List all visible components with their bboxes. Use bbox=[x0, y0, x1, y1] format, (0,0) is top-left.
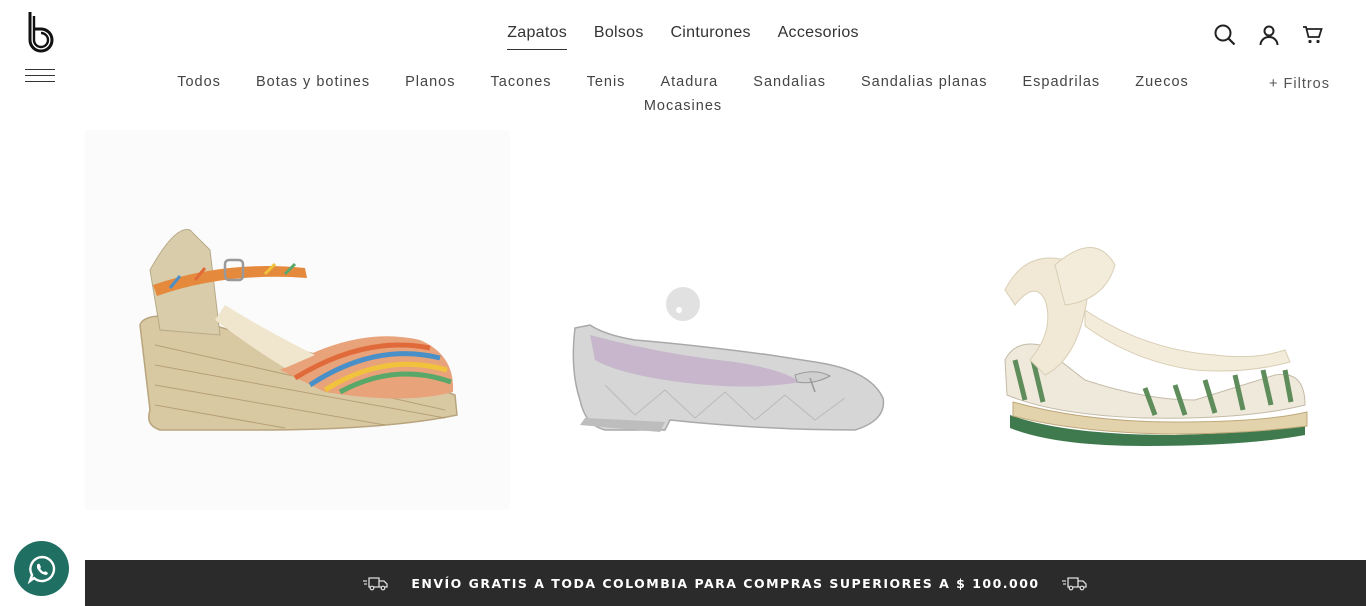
banner-text: ENVÍO GRATIS A TODA COLOMBIA PARA COMPRA… bbox=[411, 575, 1040, 591]
whatsapp-icon[interactable] bbox=[14, 541, 69, 596]
product-card-silver-ballet-flat[interactable] bbox=[515, 130, 940, 510]
truck-icon bbox=[363, 577, 389, 591]
main-nav-item-accesorios[interactable]: Accesorios bbox=[778, 24, 859, 49]
filters-button[interactable]: + Filtros bbox=[1269, 76, 1330, 92]
user-icon[interactable] bbox=[1256, 22, 1282, 48]
category-botas-y-botines[interactable]: Botas y botines bbox=[256, 70, 370, 94]
product-card-lace-up-espadrille[interactable] bbox=[945, 130, 1365, 510]
main-nav-item-cinturones[interactable]: Cinturones bbox=[670, 24, 750, 49]
category-sandalias[interactable]: Sandalias bbox=[753, 70, 826, 94]
image-hover-indicator bbox=[666, 287, 700, 321]
header-icons bbox=[1212, 22, 1326, 48]
cart-icon[interactable] bbox=[1300, 22, 1326, 48]
hamburger-icon[interactable] bbox=[25, 69, 55, 85]
category-tacones[interactable]: Tacones bbox=[491, 70, 552, 94]
category-planos[interactable]: Planos bbox=[405, 70, 455, 94]
category-espadrilas[interactable]: Espadrilas bbox=[1022, 70, 1100, 94]
main-nav-item-bolsos[interactable]: Bolsos bbox=[594, 24, 644, 49]
main-nav: Zapatos Bolsos Cinturones Accesorios bbox=[0, 24, 1366, 50]
main-nav-item-zapatos[interactable]: Zapatos bbox=[507, 24, 568, 50]
truck-icon bbox=[1061, 577, 1087, 591]
category-mocasines[interactable]: Mocasines bbox=[644, 94, 722, 118]
category-tenis[interactable]: Tenis bbox=[587, 70, 626, 94]
category-zuecos[interactable]: Zuecos bbox=[1135, 70, 1189, 94]
category-sandalias-planas[interactable]: Sandalias planas bbox=[861, 70, 987, 94]
category-todos[interactable]: Todos bbox=[177, 70, 221, 94]
category-atadura[interactable]: Atadura bbox=[660, 70, 718, 94]
free-shipping-banner: ENVÍO GRATIS A TODA COLOMBIA PARA COMPRA… bbox=[85, 560, 1366, 606]
search-icon[interactable] bbox=[1212, 22, 1238, 48]
category-nav: Todos Botas y botines Planos Tacones Ten… bbox=[150, 70, 1216, 118]
product-card-espadrille-wedge[interactable] bbox=[85, 130, 510, 510]
